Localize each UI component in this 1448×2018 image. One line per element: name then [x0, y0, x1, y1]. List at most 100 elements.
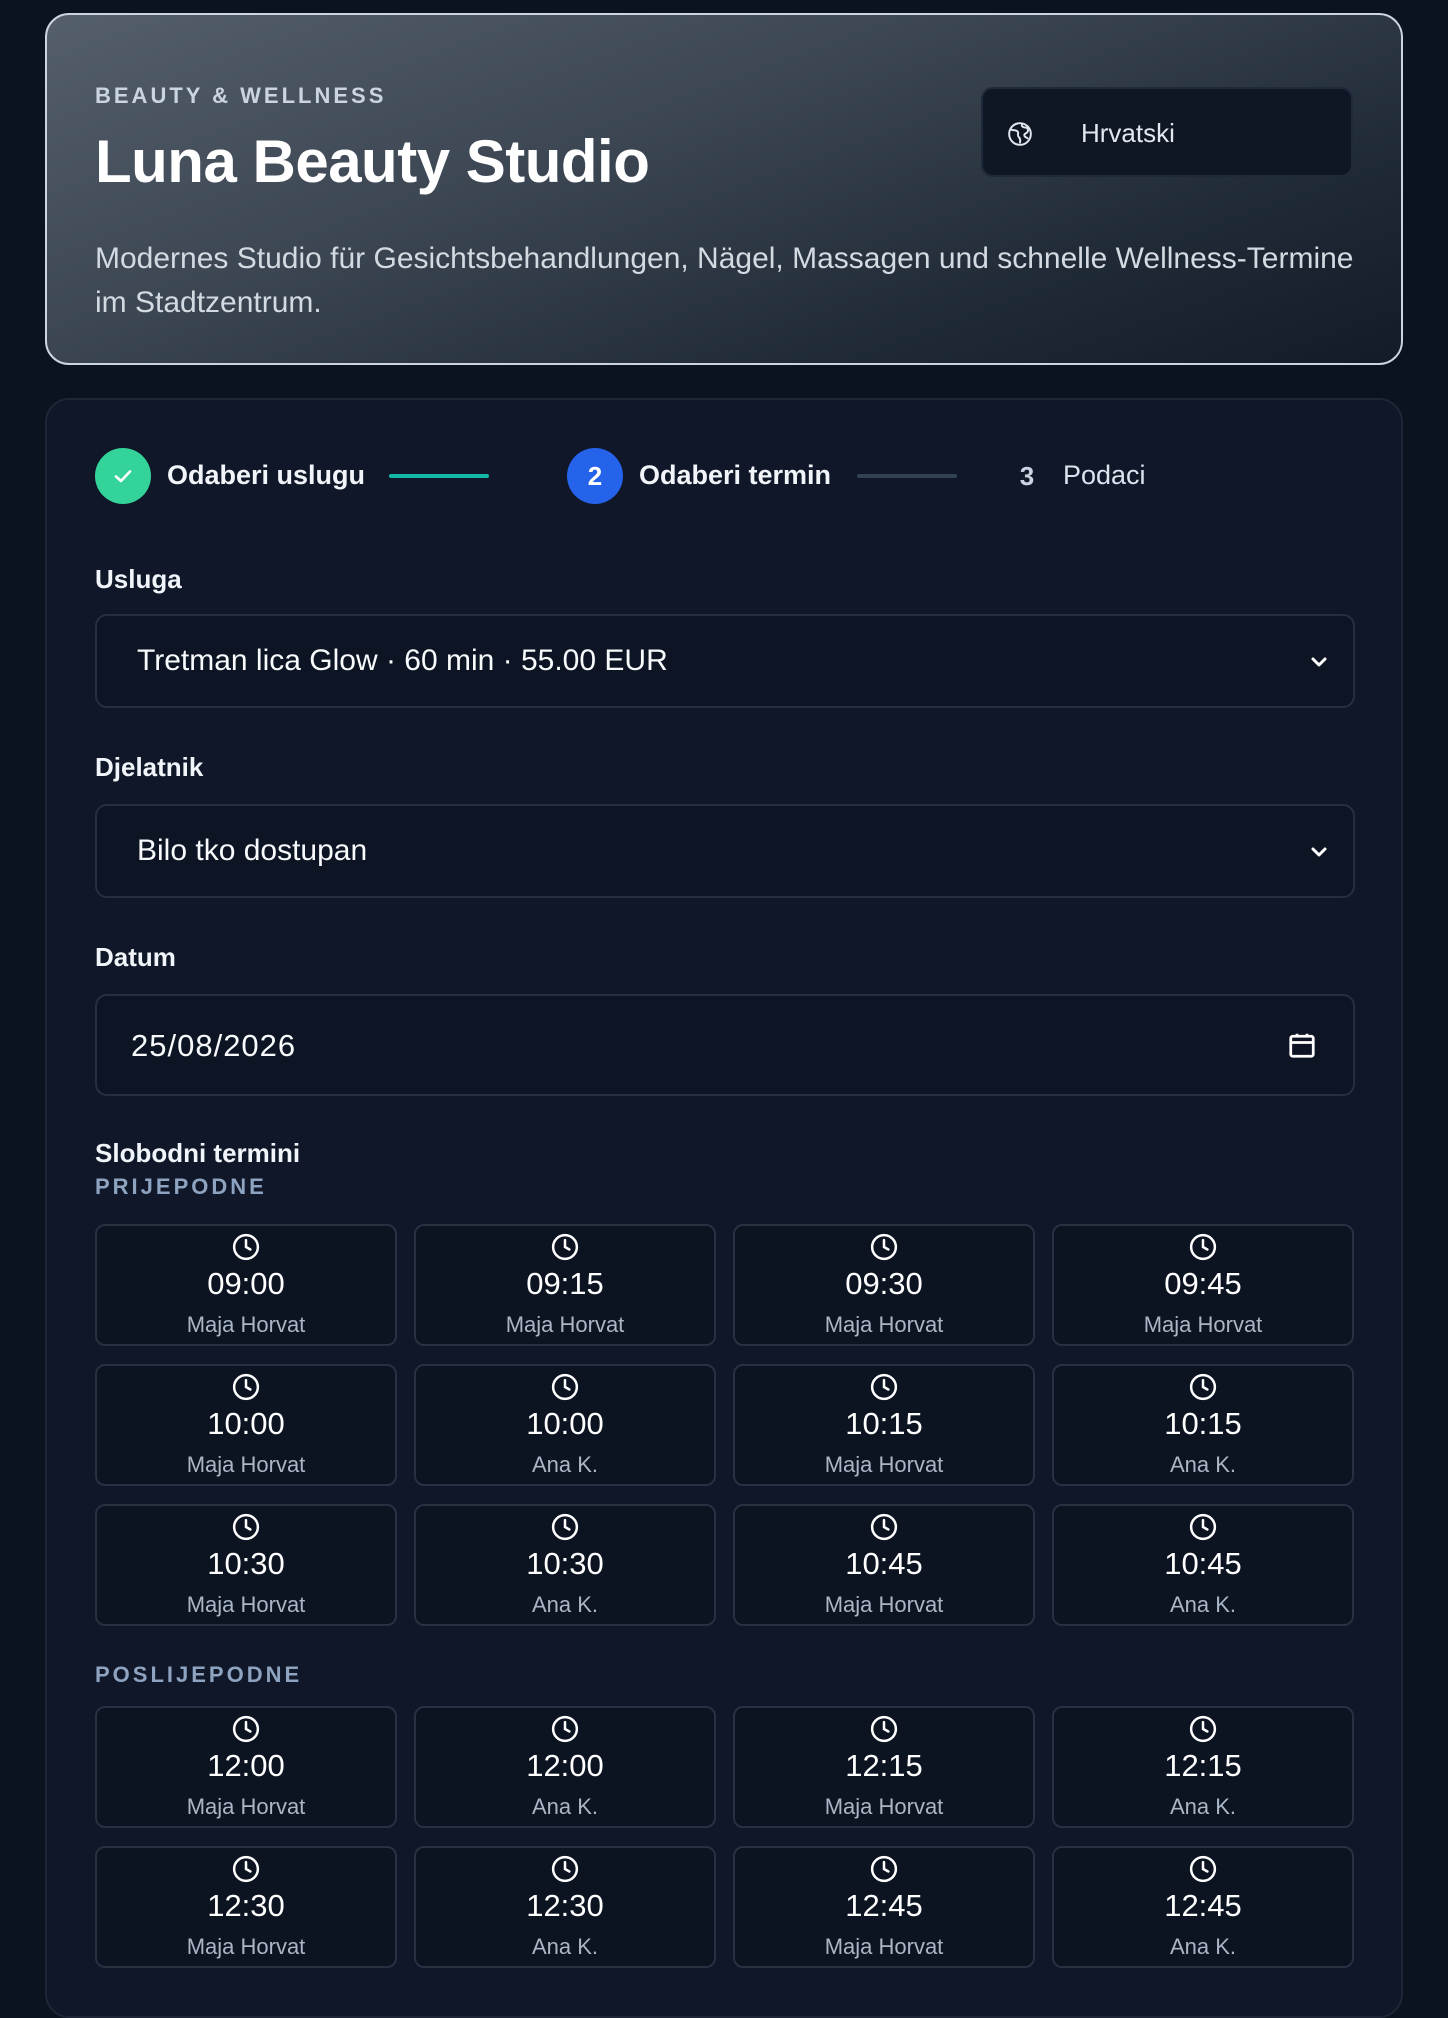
clock-icon — [1189, 1715, 1217, 1743]
slot-staff: Maja Horvat — [824, 1312, 944, 1337]
slot-time: 10:45 — [1164, 1546, 1242, 1581]
step-2-label: Odaberi termin — [639, 460, 832, 490]
clock-icon — [551, 1233, 579, 1261]
language-label: Hrvatski — [1081, 118, 1175, 148]
clock-icon — [232, 1855, 260, 1883]
time-slot-button[interactable]: 10:00 Ana K. — [414, 1364, 716, 1486]
slot-time: 10:00 — [207, 1406, 285, 1441]
slot-staff: Ana K. — [531, 1934, 599, 1959]
clock-icon — [1189, 1855, 1217, 1883]
slot-time: 12:30 — [526, 1888, 604, 1923]
slot-staff: Ana K. — [1169, 1794, 1237, 1819]
time-slot-button[interactable]: 12:30 Ana K. — [414, 1846, 716, 1968]
slot-time: 09:45 — [1164, 1266, 1242, 1301]
slot-staff: Maja Horvat — [505, 1312, 625, 1337]
slot-time: 12:30 — [207, 1888, 285, 1923]
slot-time: 10:30 — [207, 1546, 285, 1581]
check-icon — [114, 470, 132, 483]
clock-icon — [232, 1373, 260, 1401]
time-slot-button[interactable]: 12:45 Ana K. — [1052, 1846, 1354, 1968]
studio-title: Luna Beauty Studio — [95, 128, 650, 195]
time-slot-button[interactable]: 10:45 Maja Horvat — [733, 1504, 1035, 1626]
slot-time: 10:15 — [845, 1406, 923, 1441]
clock-icon — [1189, 1513, 1217, 1541]
time-slot-button[interactable]: 12:15 Maja Horvat — [733, 1706, 1035, 1828]
staff-select-value: Bilo tko dostupan — [137, 834, 368, 867]
time-slot-button[interactable]: 12:00 Maja Horvat — [95, 1706, 397, 1828]
time-slot-button[interactable]: 10:15 Maja Horvat — [733, 1364, 1035, 1486]
time-slot-button[interactable]: 12:45 Maja Horvat — [733, 1846, 1035, 1968]
slot-staff: Maja Horvat — [186, 1312, 306, 1337]
chevron-down-icon — [1311, 847, 1327, 857]
clock-icon — [551, 1855, 579, 1883]
language-selector-button[interactable]: Hrvatski — [981, 87, 1353, 177]
time-slot-button[interactable]: 12:00 Ana K. — [414, 1706, 716, 1828]
studio-category: BEAUTY & WELLNESS — [95, 83, 387, 108]
clock-icon — [551, 1715, 579, 1743]
clock-icon — [551, 1373, 579, 1401]
slot-time: 10:15 — [1164, 1406, 1242, 1441]
staff-label: Djelatnik — [95, 752, 204, 782]
step-3-label: Podaci — [1063, 460, 1146, 490]
slot-staff: Ana K. — [1169, 1934, 1237, 1959]
time-slot-button[interactable]: 09:30 Maja Horvat — [733, 1224, 1035, 1346]
slot-time: 10:30 — [526, 1546, 604, 1581]
clock-icon — [232, 1513, 260, 1541]
time-slot-button[interactable]: 10:45 Ana K. — [1052, 1504, 1354, 1626]
step-3-circle: 3 — [1019, 460, 1035, 491]
clock-icon — [870, 1233, 898, 1261]
slot-staff: Ana K. — [531, 1794, 599, 1819]
time-slot-button[interactable]: 10:30 Maja Horvat — [95, 1504, 397, 1626]
slot-staff: Maja Horvat — [824, 1592, 944, 1617]
slot-staff: Ana K. — [1169, 1452, 1237, 1477]
time-slot-button[interactable]: 10:15 Ana K. — [1052, 1364, 1354, 1486]
clock-icon — [870, 1715, 898, 1743]
date-input-value: 25/08/2026 — [131, 1028, 297, 1063]
slot-staff: Maja Horvat — [186, 1452, 306, 1477]
clock-icon — [870, 1855, 898, 1883]
service-select-value: Tretman lica Glow · 60 min · 55.00 EUR — [137, 644, 668, 677]
booking-stepper: Odaberi uslugu 2 Odaberi termin 3 Podaci — [95, 448, 1355, 504]
calendar-icon[interactable] — [1287, 1030, 1317, 1060]
slot-staff: Ana K. — [531, 1592, 599, 1617]
slot-time: 12:15 — [845, 1748, 923, 1783]
step-1-label[interactable]: Odaberi uslugu — [167, 460, 365, 491]
step-1-circle[interactable] — [95, 448, 151, 504]
staff-select[interactable]: Bilo tko dostupan — [95, 804, 1355, 898]
service-label: Usluga — [95, 564, 182, 594]
clock-icon — [232, 1233, 260, 1261]
slot-time: 12:00 — [207, 1748, 285, 1783]
morning-label: PRIJEPODNE — [95, 1174, 267, 1199]
slot-staff: Maja Horvat — [186, 1794, 306, 1819]
slot-staff: Maja Horvat — [186, 1934, 306, 1959]
time-slot-button[interactable]: 12:15 Ana K. — [1052, 1706, 1354, 1828]
time-slot-button[interactable]: 10:30 Ana K. — [414, 1504, 716, 1626]
time-slot-button[interactable]: 09:45 Maja Horvat — [1052, 1224, 1354, 1346]
clock-icon — [870, 1373, 898, 1401]
slot-staff: Maja Horvat — [824, 1794, 944, 1819]
clock-icon — [1189, 1233, 1217, 1261]
available-slots-title: Slobodni termini — [95, 1138, 301, 1168]
time-slot-button[interactable]: 09:00 Maja Horvat — [95, 1224, 397, 1346]
slot-time: 12:15 — [1164, 1748, 1242, 1783]
slot-time: 12:45 — [845, 1888, 923, 1923]
globe-icon — [1008, 122, 1032, 146]
slot-time: 12:00 — [526, 1748, 604, 1783]
time-slot-button[interactable]: 09:15 Maja Horvat — [414, 1224, 716, 1346]
afternoon-label: POSLIJEPODNE — [95, 1662, 303, 1687]
slot-staff: Maja Horvat — [1143, 1312, 1263, 1337]
slot-staff: Maja Horvat — [824, 1452, 944, 1477]
time-slot-button[interactable]: 10:00 Maja Horvat — [95, 1364, 397, 1486]
slot-staff: Ana K. — [531, 1452, 599, 1477]
slot-time: 09:00 — [207, 1266, 285, 1301]
slot-time: 10:45 — [845, 1546, 923, 1581]
date-input[interactable]: 25/08/2026 — [95, 994, 1355, 1096]
slot-staff: Maja Horvat — [186, 1592, 306, 1617]
slot-time: 09:15 — [526, 1266, 604, 1301]
slot-staff: Maja Horvat — [824, 1934, 944, 1959]
step-connector-1 — [389, 474, 489, 478]
slot-time: 09:30 — [845, 1266, 923, 1301]
service-select[interactable]: Tretman lica Glow · 60 min · 55.00 EUR — [95, 614, 1355, 708]
studio-description: Modernes Studio für Gesichtsbehandlungen… — [95, 242, 1354, 319]
time-slot-button[interactable]: 12:30 Maja Horvat — [95, 1846, 397, 1968]
